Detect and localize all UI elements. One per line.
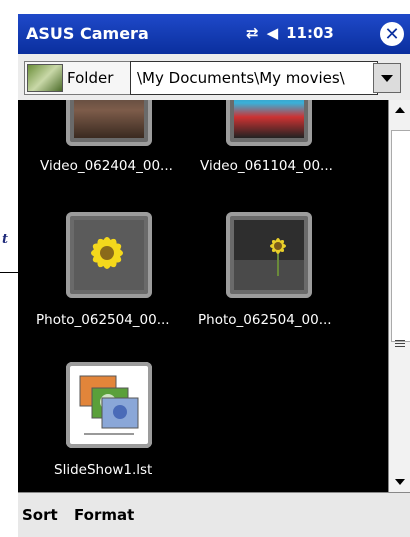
photo-thumbnail [74,220,144,290]
photo-thumbnail [234,220,304,290]
file-name[interactable]: Photo_062504_00... [36,312,170,328]
file-thumbnail[interactable] [66,100,152,146]
chevron-up-icon [395,107,405,113]
chevron-down-icon [381,74,393,82]
file-thumbnail[interactable] [66,212,152,298]
app-title: ASUS Camera [26,24,149,43]
file-name[interactable]: Video_062404_00... [40,158,173,174]
sunflower-image [234,220,304,290]
path-field[interactable]: \My Documents\My movies\ [130,61,378,95]
callout-label: t [2,232,9,247]
file-thumbnail[interactable] [226,212,312,298]
connectivity-icon[interactable]: ⇄ [246,24,259,42]
file-browser[interactable]: Video_062404_00... Video_061104_00... Ph… [18,100,388,492]
file-name[interactable]: Photo_062504_00... [198,312,332,328]
status-area: ⇄ ◀︎ 11:03 [246,24,334,42]
video-thumbnail [234,100,304,138]
slideshow-icon [74,370,144,440]
file-name[interactable]: SlideShow1.lst [54,462,152,478]
folder-label: Folder [67,69,114,87]
slideshow-image [79,375,139,435]
file-thumbnail[interactable] [66,362,152,448]
callout-line [0,272,66,273]
sort-menu[interactable]: Sort [22,506,58,524]
volume-icon[interactable]: ◀︎ [267,24,279,42]
folder-toolbar: Folder \My Documents\My movies\ [18,54,410,101]
video-thumbnail [74,100,144,138]
chevron-down-icon [395,479,405,485]
format-menu[interactable]: Format [74,506,134,524]
close-button[interactable]: ✕ [380,22,404,46]
file-name[interactable]: Video_061104_00... [200,158,333,174]
scroll-up-button[interactable] [389,100,410,120]
scroll-grip [395,338,405,349]
path-dropdown-button[interactable] [373,63,401,93]
scroll-thumb[interactable] [391,130,410,342]
clock[interactable]: 11:03 [286,24,334,42]
sunflower-image [74,220,144,290]
scroll-down-button[interactable] [389,472,410,492]
title-bar: ASUS Camera ⇄ ◀︎ 11:03 ✕ [18,14,410,54]
file-thumbnail[interactable] [226,100,312,146]
menu-bar: Sort Format [18,492,410,537]
folder-icon [27,64,63,92]
close-icon: ✕ [384,23,400,45]
vertical-scrollbar[interactable] [388,100,410,492]
folder-button[interactable]: Folder [24,61,132,95]
